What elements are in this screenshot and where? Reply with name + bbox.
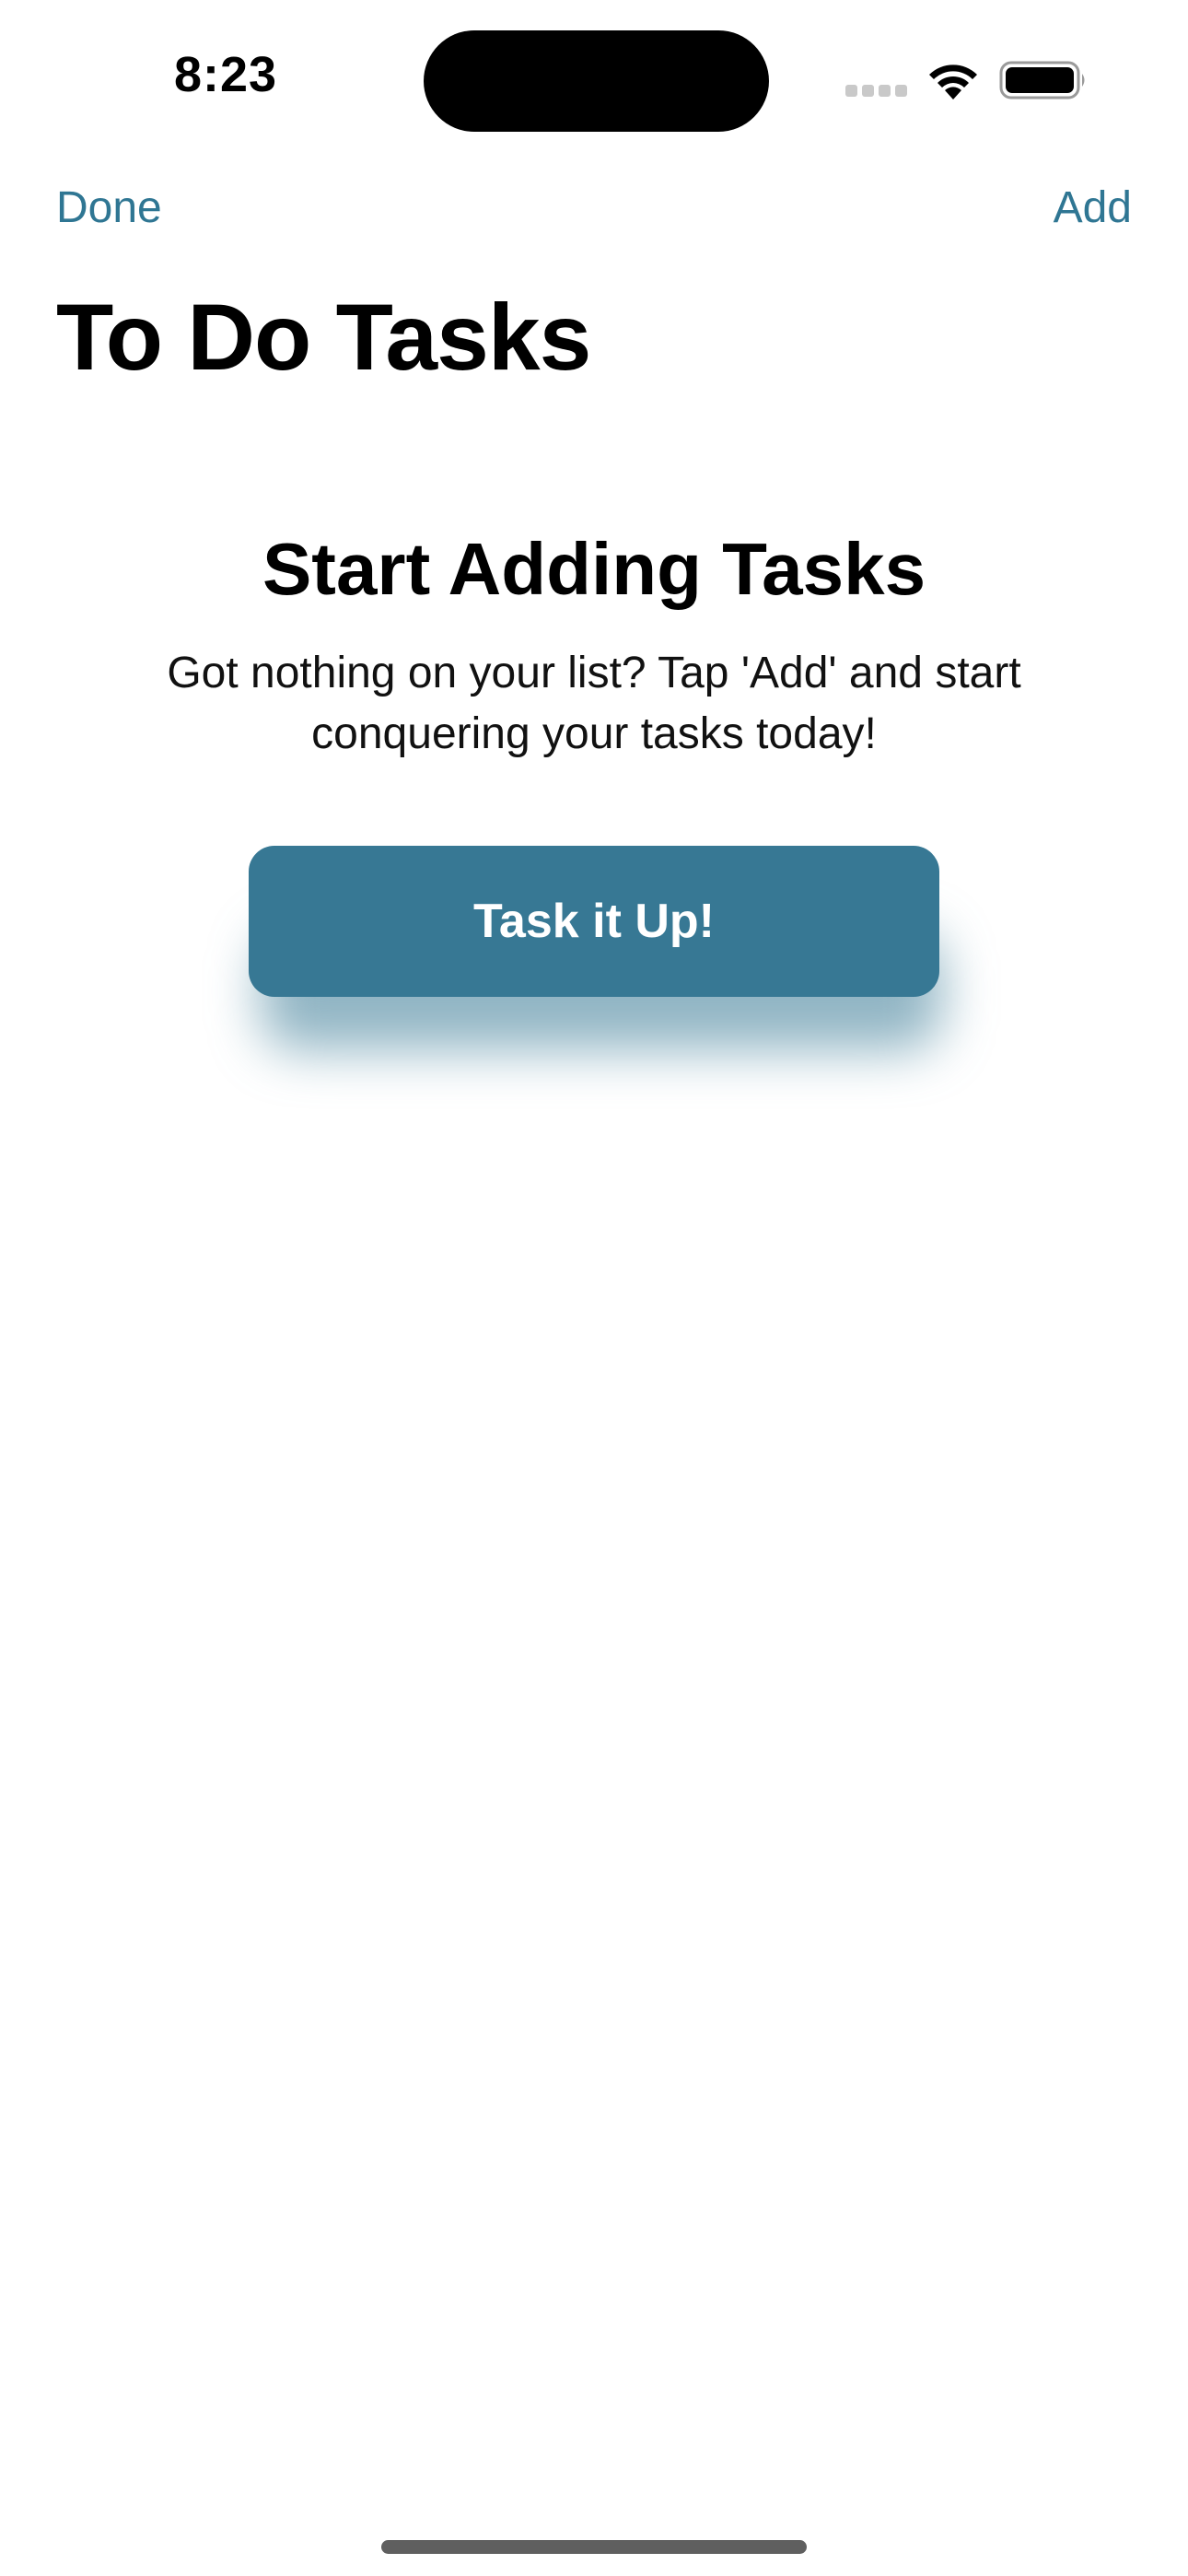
empty-state-message: Got nothing on your list? Tap 'Add' and … [167,649,1021,758]
home-indicator[interactable] [381,2540,807,2554]
done-button[interactable]: Done [56,182,162,233]
page-title: To Do Tasks [56,285,591,390]
status-time: 8:23 [173,47,278,102]
navigation-bar: Done Add [0,175,1188,249]
dynamic-island [424,30,769,132]
task-it-up-button[interactable]: Task it Up! [249,846,939,997]
battery-icon [999,61,1085,100]
add-button[interactable]: Add [1054,182,1132,233]
empty-state-title: Start Adding Tasks [262,528,926,610]
empty-state: Start Adding Tasks Got nothing on your l… [0,525,1188,765]
status-bar: 8:23 [0,0,1188,157]
cellular-signal-icon [845,85,908,98]
wifi-icon [929,64,977,100]
